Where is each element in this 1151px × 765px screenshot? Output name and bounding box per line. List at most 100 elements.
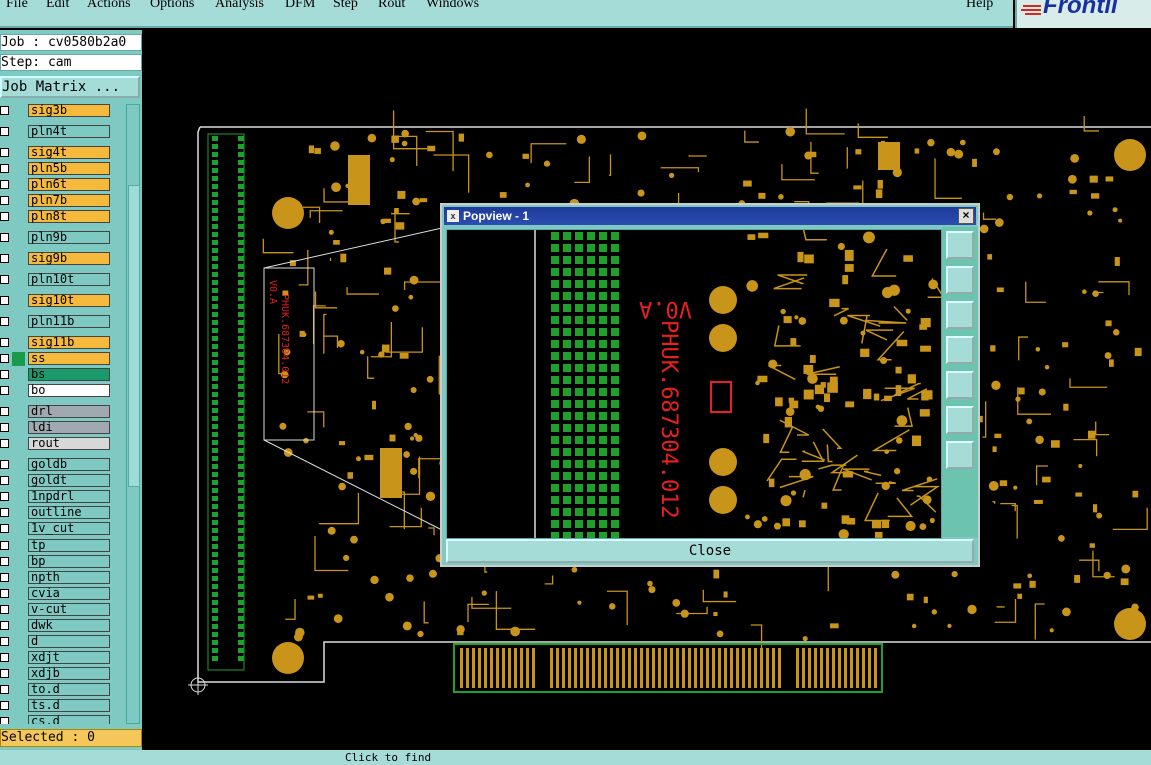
pan-up-button[interactable]: [946, 266, 974, 294]
layer-row[interactable]: pln11b: [0, 315, 128, 329]
layer-row[interactable]: ss: [0, 352, 128, 366]
menu-options[interactable]: Options: [150, 0, 194, 12]
layer-name[interactable]: sig4t: [28, 146, 110, 159]
layer-color-swatch[interactable]: [12, 522, 25, 536]
layer-color-swatch[interactable]: [12, 539, 25, 553]
layer-name[interactable]: npth: [28, 571, 110, 584]
layer-name[interactable]: bs: [28, 368, 110, 381]
layer-name[interactable]: pln8t: [28, 210, 110, 223]
layer-checkbox[interactable]: [0, 492, 9, 501]
layer-row[interactable]: outline: [0, 506, 128, 520]
zoom-in-button[interactable]: [946, 406, 974, 434]
layer-row[interactable]: bs: [0, 368, 128, 382]
layer-name[interactable]: cs.d: [28, 715, 110, 724]
layer-checkbox[interactable]: [0, 524, 9, 533]
layer-name[interactable]: outline: [28, 506, 110, 519]
layer-checkbox[interactable]: [0, 669, 9, 678]
layer-checkbox[interactable]: [0, 354, 9, 363]
layer-checkbox[interactable]: [0, 296, 9, 305]
layer-color-swatch[interactable]: [12, 294, 25, 308]
layer-checkbox[interactable]: [0, 573, 9, 582]
layer-color-swatch[interactable]: [12, 715, 25, 724]
layer-checkbox[interactable]: [0, 701, 9, 710]
menu-rout[interactable]: Rout: [378, 0, 405, 12]
layer-row[interactable]: pln9b: [0, 231, 128, 245]
layer-color-swatch[interactable]: [12, 474, 25, 488]
layer-name[interactable]: ts.d: [28, 699, 110, 712]
layer-color-swatch[interactable]: [12, 125, 25, 139]
layer-row[interactable]: sig9b: [0, 252, 128, 266]
layer-checkbox[interactable]: [0, 196, 9, 205]
layer-checkbox[interactable]: [0, 653, 9, 662]
menu-windows[interactable]: Windows: [426, 0, 479, 12]
menu-actions[interactable]: Actions: [87, 0, 131, 12]
layer-checkbox[interactable]: [0, 106, 9, 115]
layer-row[interactable]: sig3b: [0, 104, 128, 118]
layer-color-swatch[interactable]: [12, 231, 25, 245]
layer-checkbox[interactable]: [0, 127, 9, 136]
layer-row[interactable]: pln4t: [0, 125, 128, 139]
layer-row[interactable]: npth: [0, 571, 128, 585]
menu-analysis[interactable]: Analysis: [215, 0, 264, 12]
layer-checkbox[interactable]: [0, 717, 9, 724]
layer-row[interactable]: v-cut: [0, 603, 128, 617]
layer-name[interactable]: sig9b: [28, 252, 110, 265]
menu-edit[interactable]: Edit: [46, 0, 69, 12]
zoom-out-button[interactable]: [946, 441, 974, 469]
layer-row[interactable]: bp: [0, 555, 128, 569]
layer-color-swatch[interactable]: [12, 667, 25, 681]
layer-row[interactable]: pln6t: [0, 178, 128, 192]
layer-name[interactable]: drl: [28, 405, 110, 418]
layer-name[interactable]: pln4t: [28, 125, 110, 138]
layer-checkbox[interactable]: [0, 275, 9, 284]
layer-row[interactable]: xdjt: [0, 651, 128, 665]
layer-color-swatch[interactable]: [12, 651, 25, 665]
layer-color-swatch[interactable]: [12, 506, 25, 520]
layer-row[interactable]: dwk: [0, 619, 128, 633]
layer-color-swatch[interactable]: [12, 352, 25, 366]
layer-name[interactable]: pln6t: [28, 178, 110, 191]
popview-canvas[interactable]: V0.A PHUK.687304.012: [446, 229, 942, 539]
layer-color-swatch[interactable]: [12, 587, 25, 601]
layer-name[interactable]: ldi: [28, 421, 110, 434]
layer-name[interactable]: 1v_cut: [28, 522, 110, 535]
layer-row[interactable]: ts.d: [0, 699, 128, 713]
layer-name[interactable]: bo: [28, 384, 110, 397]
layer-checkbox[interactable]: [0, 317, 9, 326]
layer-checkbox[interactable]: [0, 621, 9, 630]
zoom-fit-button[interactable]: [946, 231, 974, 259]
layer-name[interactable]: pln7b: [28, 194, 110, 207]
layer-checkbox[interactable]: [0, 233, 9, 242]
layer-name[interactable]: xdjb: [28, 667, 110, 680]
layer-name[interactable]: pln11b: [28, 315, 110, 328]
layer-checkbox[interactable]: [0, 439, 9, 448]
layer-color-swatch[interactable]: [12, 635, 25, 649]
layer-row[interactable]: pln10t: [0, 273, 128, 287]
layer-color-swatch[interactable]: [12, 619, 25, 633]
layer-color-swatch[interactable]: [12, 555, 25, 569]
layer-row[interactable]: sig4t: [0, 146, 128, 160]
layer-row[interactable]: 1npdrl: [0, 490, 128, 504]
layer-color-swatch[interactable]: [12, 368, 25, 382]
layer-color-swatch[interactable]: [12, 571, 25, 585]
layer-name[interactable]: pln9b: [28, 231, 110, 244]
menu-file[interactable]: File: [6, 0, 28, 12]
layer-name[interactable]: pln10t: [28, 273, 110, 286]
layer-checkbox[interactable]: [0, 370, 9, 379]
layer-color-swatch[interactable]: [12, 336, 25, 350]
job-matrix-button[interactable]: Job Matrix ...: [0, 76, 140, 98]
layer-row[interactable]: pln7b: [0, 194, 128, 208]
layer-color-swatch[interactable]: [12, 421, 25, 435]
layer-row[interactable]: tp: [0, 539, 128, 553]
layer-color-swatch[interactable]: [12, 603, 25, 617]
layer-checkbox[interactable]: [0, 338, 9, 347]
layer-color-swatch[interactable]: [12, 273, 25, 287]
layer-name[interactable]: sig10t: [28, 294, 110, 307]
close-button[interactable]: Close: [446, 539, 974, 563]
layer-color-swatch[interactable]: [12, 458, 25, 472]
scrollbar-thumb[interactable]: [128, 185, 140, 487]
layer-color-swatch[interactable]: [12, 683, 25, 697]
menu-help[interactable]: Help: [966, 0, 993, 12]
layer-row[interactable]: goldb: [0, 458, 128, 472]
layer-color-swatch[interactable]: [12, 315, 25, 329]
